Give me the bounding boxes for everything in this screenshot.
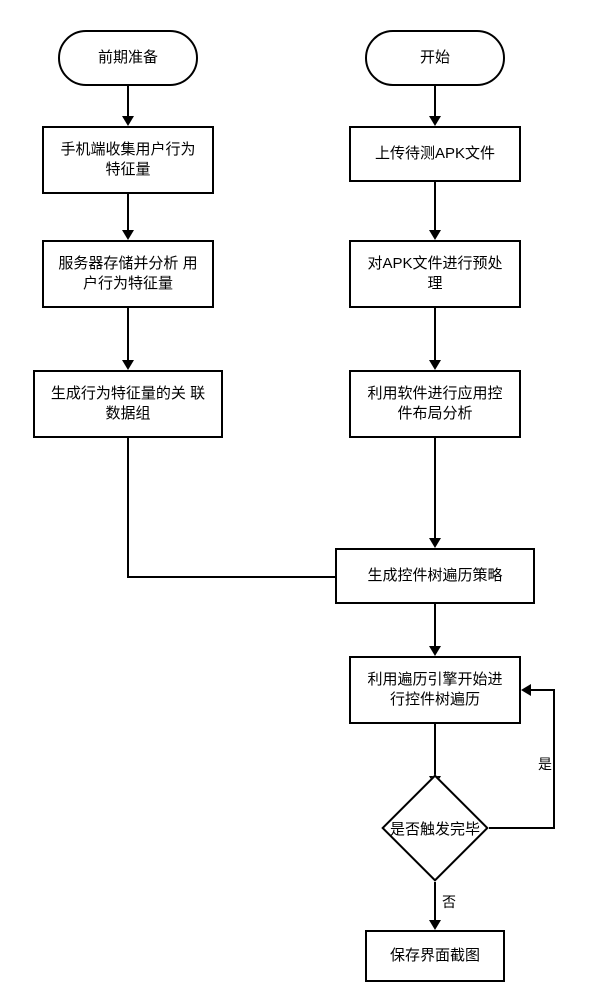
arrowhead-r1-r2 [429, 230, 441, 240]
prep-step2-label: 服务器存储并分析 用户行为特征量 [54, 254, 202, 295]
main-step1-label: 上传待测APK文件 [375, 144, 495, 164]
prep-start-label: 前期准备 [98, 48, 158, 68]
edge-label-yes: 是 [538, 754, 552, 774]
main-step4: 生成控件树遍历策略 [335, 548, 535, 604]
arrow-no [434, 882, 436, 920]
main-start-terminal: 开始 [365, 30, 505, 86]
arrowhead-no [429, 920, 441, 930]
arrow-r2-r3 [434, 308, 436, 360]
arrow-l1-l2 [127, 194, 129, 230]
arrowhead-r0-r1 [429, 116, 441, 126]
prep-start-terminal: 前期准备 [58, 30, 198, 86]
main-step3-label: 利用软件进行应用控 件布局分析 [361, 384, 509, 425]
arrowhead-r4-r5 [429, 646, 441, 656]
main-step2-label: 对APK文件进行预处 理 [361, 254, 509, 295]
prep-step3: 生成行为特征量的关 联数据组 [33, 370, 223, 438]
arrow-l0-l1 [127, 86, 129, 116]
arrowhead-l2-l3 [122, 360, 134, 370]
arrowhead-yes [521, 684, 531, 696]
main-step2: 对APK文件进行预处 理 [349, 240, 521, 308]
arrowhead-r3-r4 [429, 538, 441, 548]
prep-step1: 手机端收集用户行为 特征量 [42, 126, 214, 194]
main-end: 保存界面截图 [365, 930, 505, 982]
main-step5-label: 利用遍历引擎开始进 行控件树遍历 [361, 670, 509, 711]
arrow-r5-r6 [434, 724, 436, 776]
prep-step1-label: 手机端收集用户行为 特征量 [54, 140, 202, 181]
decision-label-wrap: 是否触发完毕 [370, 810, 500, 846]
main-step1: 上传待测APK文件 [349, 126, 521, 182]
arrowhead-l0-l1 [122, 116, 134, 126]
arrow-yes-v [553, 690, 555, 829]
main-step4-label: 生成控件树遍历策略 [367, 566, 502, 586]
arrow-r1-r2 [434, 182, 436, 230]
arrow-l2-l3 [127, 308, 129, 360]
prep-step3-label: 生成行为特征量的关 联数据组 [45, 384, 211, 425]
arrow-r4-r5 [434, 604, 436, 646]
arrow-yes-h1 [489, 827, 555, 829]
decision-label: 是否触发完毕 [390, 818, 480, 839]
arrow-l3-r4-v [127, 438, 129, 576]
main-start-label: 开始 [420, 48, 450, 68]
main-step3: 利用软件进行应用控 件布局分析 [349, 370, 521, 438]
arrowhead-r2-r3 [429, 360, 441, 370]
edge-label-no: 否 [442, 892, 456, 912]
arrow-l3-r4-h [127, 576, 335, 578]
arrow-r3-r4 [434, 438, 436, 538]
main-end-label: 保存界面截图 [390, 946, 480, 966]
main-step5: 利用遍历引擎开始进 行控件树遍历 [349, 656, 521, 724]
arrow-r0-r1 [434, 86, 436, 116]
arrowhead-l1-l2 [122, 230, 134, 240]
arrow-yes-h2 [531, 689, 555, 691]
prep-step2: 服务器存储并分析 用户行为特征量 [42, 240, 214, 308]
